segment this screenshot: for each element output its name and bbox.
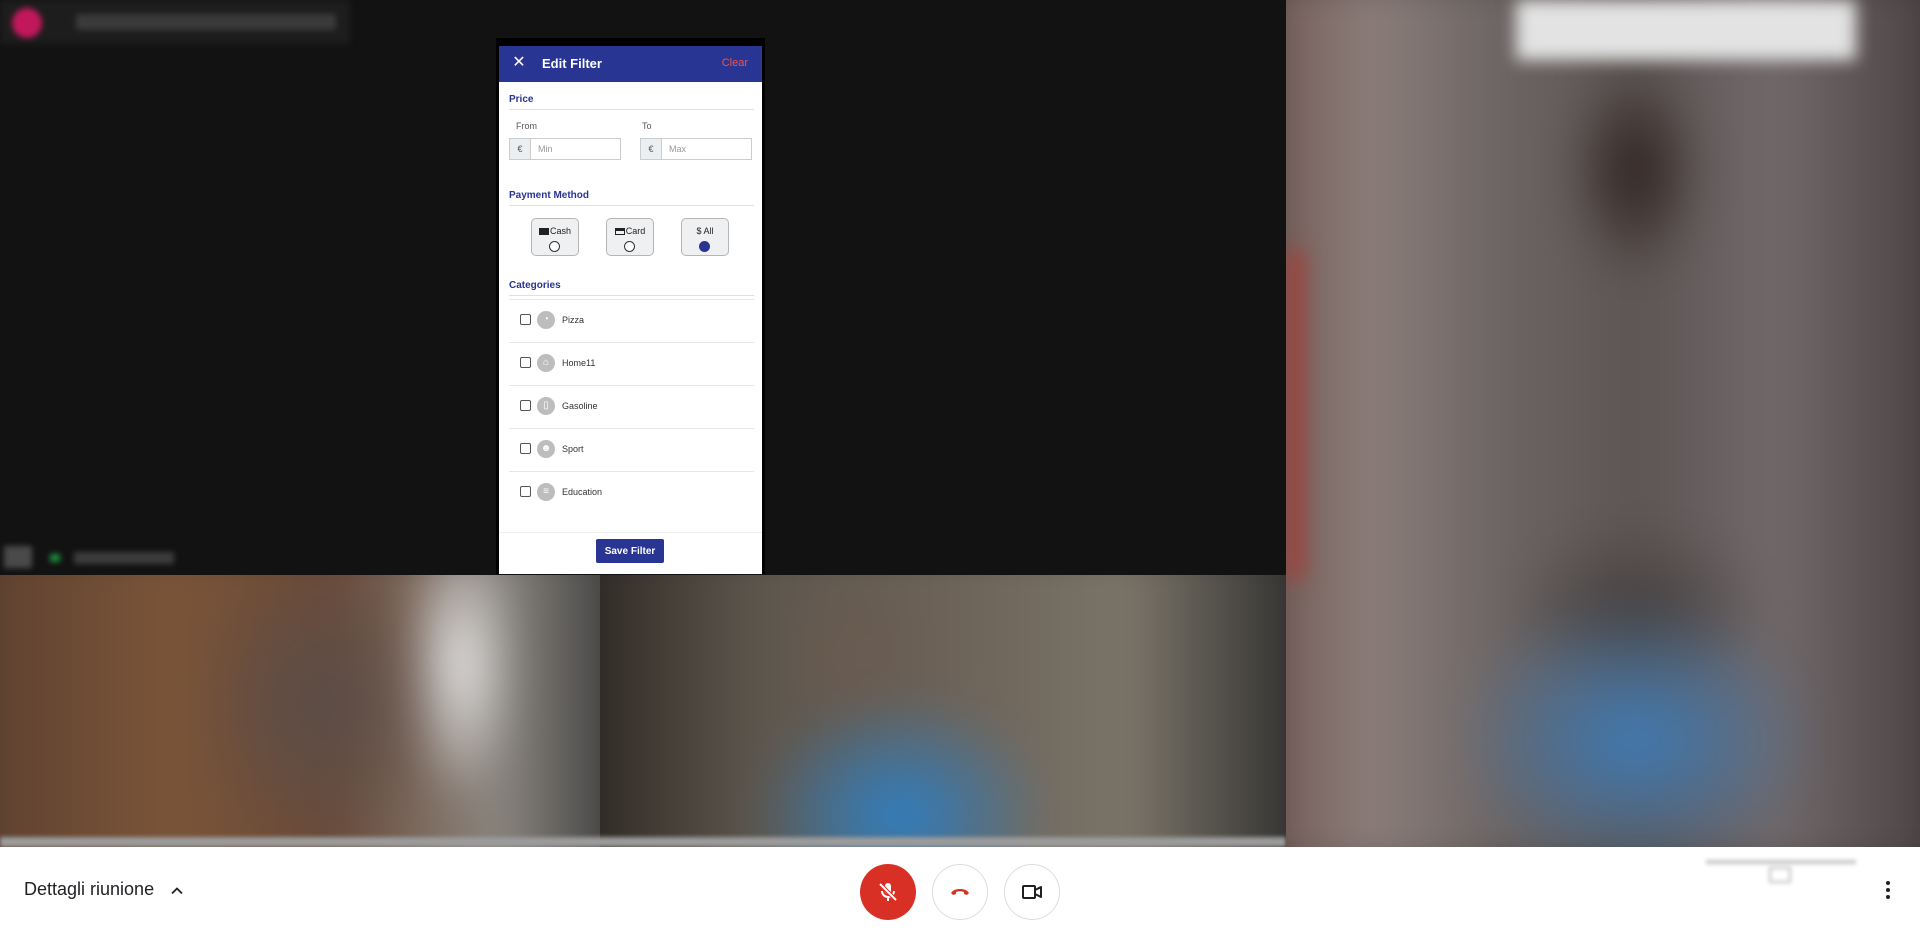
present-screen-icon: [1769, 867, 1791, 883]
categories-section-title: Categories: [509, 280, 754, 296]
participant-name-badge: [0, 0, 350, 44]
participant-video-strip: [0, 575, 1286, 847]
hang-up-icon: [951, 889, 969, 895]
meeting-control-bar: Dettagli riunione: [0, 847, 1920, 933]
category-row-sport[interactable]: ☻ Sport: [509, 428, 754, 471]
category-row-pizza[interactable]: ◔ Pizza: [509, 299, 754, 342]
presenter-name-label: [4, 546, 184, 568]
hang-up-button[interactable]: [932, 864, 988, 920]
payment-option-card[interactable]: Card: [606, 218, 654, 256]
cash-icon: [538, 228, 549, 236]
to-label: To: [642, 121, 652, 131]
payment-option-label: Cash: [549, 226, 571, 236]
education-icon: ≡: [537, 483, 555, 501]
card-icon: [614, 228, 625, 236]
home-icon: ⌂: [537, 354, 555, 372]
mic-off-icon: [878, 882, 898, 902]
payment-section-title: Payment Method: [509, 190, 754, 206]
category-checkbox[interactable]: [520, 400, 531, 411]
payment-option-cash[interactable]: Cash: [531, 218, 579, 256]
participant-video-tile: [0, 575, 600, 847]
camera-button[interactable]: [1004, 864, 1060, 920]
meeting-details-label[interactable]: Dettagli riunione: [24, 879, 154, 900]
more-options-icon[interactable]: [1876, 878, 1900, 902]
category-row-education[interactable]: ≡ Education: [509, 471, 754, 514]
from-label: From: [516, 121, 537, 131]
radio-button[interactable]: [624, 241, 635, 252]
euro-icon: €: [641, 139, 662, 159]
participant-avatar: [12, 8, 42, 38]
price-section-title: Price: [509, 94, 754, 110]
participant-video-main: [1286, 0, 1920, 847]
save-filter-button[interactable]: Save Filter: [596, 539, 664, 563]
euro-icon: €: [510, 139, 531, 159]
payment-option-label: Card: [625, 226, 646, 236]
category-label: Education: [562, 487, 603, 497]
running-icon: ☻: [537, 440, 555, 458]
category-checkbox[interactable]: [520, 443, 531, 454]
category-label: Sport: [562, 444, 584, 454]
category-label: Gasoline: [562, 401, 598, 411]
edit-filter-screen: ✕ Edit Filter Clear Price From To € € Pa…: [499, 46, 762, 574]
category-row-home[interactable]: ⌂ Home11: [509, 342, 754, 385]
price-min-input[interactable]: [531, 139, 626, 159]
payment-option-label: $ All: [696, 226, 714, 236]
price-max-input[interactable]: [662, 139, 757, 159]
presentation-indicator[interactable]: [1706, 860, 1856, 917]
shared-phone-screen: ✕ Edit Filter Clear Price From To € € Pa…: [496, 38, 765, 574]
category-checkbox[interactable]: [520, 486, 531, 497]
footer-bar: Save Filter: [499, 532, 762, 574]
price-max-field[interactable]: €: [640, 138, 757, 160]
radio-button-selected[interactable]: [699, 241, 710, 252]
close-icon[interactable]: ✕: [511, 54, 527, 72]
participant-name-blurred: [76, 14, 336, 30]
fuel-icon: ▯: [537, 397, 555, 415]
category-checkbox[interactable]: [520, 357, 531, 368]
app-bar: ✕ Edit Filter Clear: [499, 46, 762, 82]
category-checkbox[interactable]: [520, 314, 531, 325]
video-camera-icon: [1022, 885, 1042, 899]
participant-video-tile: [600, 575, 1286, 847]
price-min-field[interactable]: €: [509, 138, 626, 160]
page-title: Edit Filter: [542, 56, 602, 71]
mic-off-button[interactable]: [860, 864, 916, 920]
category-label: Pizza: [562, 315, 585, 325]
radio-button[interactable]: [549, 241, 560, 252]
payment-option-all[interactable]: $ All: [681, 218, 729, 256]
category-row-gasoline[interactable]: ▯ Gasoline: [509, 385, 754, 428]
pizza-icon: ◔: [537, 311, 555, 329]
clear-button[interactable]: Clear: [722, 57, 748, 69]
category-label: Home11: [562, 358, 596, 368]
chevron-up-icon[interactable]: [167, 881, 187, 901]
